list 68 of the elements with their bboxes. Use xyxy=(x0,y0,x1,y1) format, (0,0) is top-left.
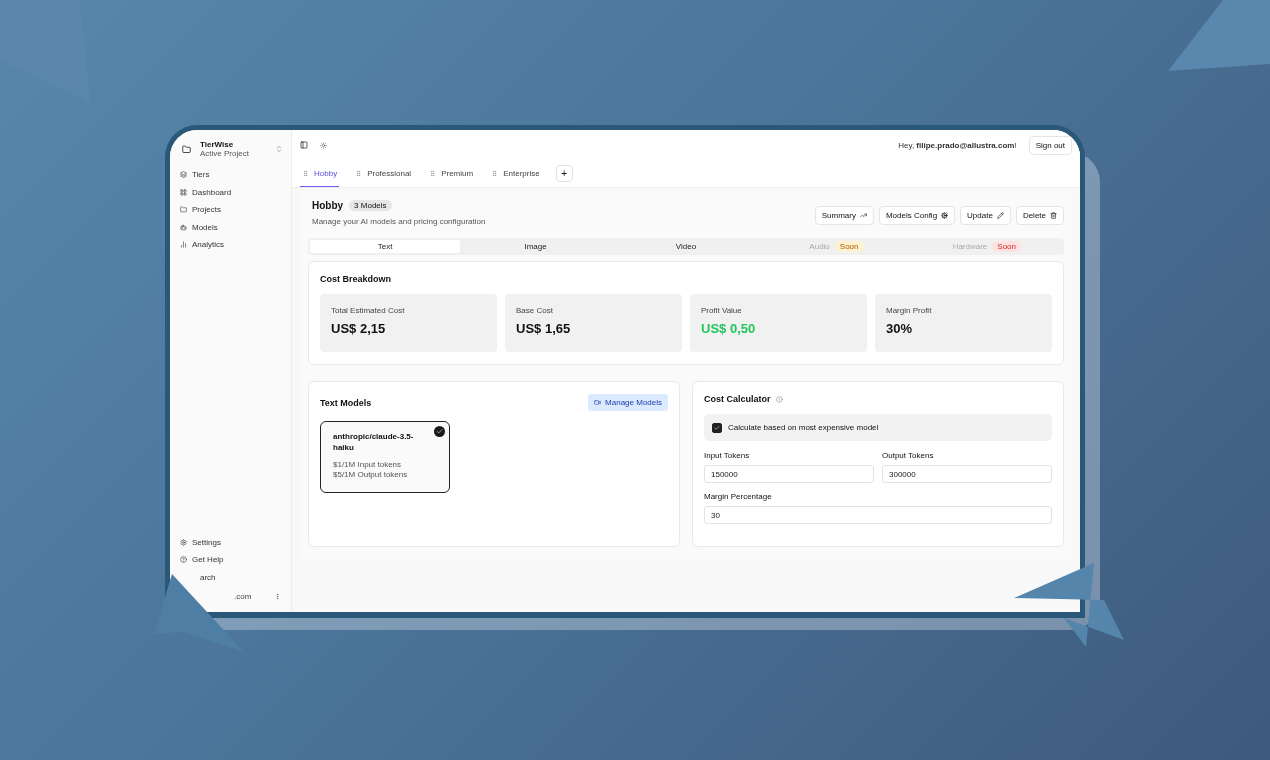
nav-item[interactable]: Models xyxy=(176,218,222,236)
nav-item[interactable]: arch xyxy=(196,568,220,586)
stat-value: US$ 2,15 xyxy=(331,321,387,336)
stat-label: Base Cost xyxy=(516,306,554,315)
sign-out-button[interactable]: Sign out xyxy=(1028,135,1072,155)
nav-item[interactable]: Analytics xyxy=(176,236,228,254)
media-tab[interactable]: Video xyxy=(610,240,762,253)
add-tab-button[interactable]: + xyxy=(555,165,573,182)
nav-item[interactable]: Settings xyxy=(176,533,225,551)
field-label: Margin Percentage xyxy=(704,492,773,501)
model-card[interactable]: anthropic/claude-3.5-haiku $1/1M Input tokens $5/1M Output tokens xyxy=(320,421,450,493)
checkbox-row[interactable]: Calculate based on most expensive model xyxy=(704,414,1052,441)
tier-tab[interactable]: Hobby xyxy=(300,160,340,187)
models-count-badge: 3 Models xyxy=(349,200,392,211)
soon-badge: Soon xyxy=(992,241,1021,252)
help-icon xyxy=(180,556,187,564)
card-title: Cost Calculator xyxy=(704,394,771,404)
media-tab[interactable]: Text xyxy=(310,240,461,253)
action-button[interactable]: Models Config xyxy=(878,206,956,225)
tier-title: Hobby xyxy=(312,200,344,211)
model-price: $5/1M Output tokens xyxy=(333,470,409,481)
user-email: .com xyxy=(234,591,252,601)
card-title: Text Models xyxy=(320,397,372,408)
gear-icon xyxy=(941,212,949,219)
checkbox[interactable] xyxy=(712,422,722,433)
field-label: Input Tokens xyxy=(704,451,751,460)
nav-item[interactable]: Tiers xyxy=(176,166,214,184)
trash-icon xyxy=(1050,212,1057,219)
sidebar-toggle-icon[interactable] xyxy=(300,141,308,149)
check-icon xyxy=(434,426,445,437)
model-name: anthropic/claude-3.5-haiku xyxy=(333,432,415,454)
grip-icon xyxy=(302,169,309,177)
stat-value: US$ 0,50 xyxy=(701,321,757,336)
field-label: Output Tokens xyxy=(882,451,935,460)
nav-item[interactable]: Projects xyxy=(176,201,225,219)
nav-item[interactable]: Get Help xyxy=(176,551,228,569)
tier-tab[interactable]: Professional xyxy=(353,160,414,187)
pencil-icon xyxy=(996,212,1004,219)
model-price: $1/1M Input tokens xyxy=(333,459,403,470)
grid-icon xyxy=(180,188,187,196)
action-button[interactable]: Summary xyxy=(814,206,874,225)
input-field[interactable]: 300000 xyxy=(882,465,1052,483)
manage-models-button[interactable]: Manage Models xyxy=(588,394,668,411)
tier-tab[interactable]: Premium xyxy=(427,160,476,187)
card-title: Cost Breakdown xyxy=(320,274,392,284)
action-button[interactable]: Update xyxy=(960,206,1011,225)
tier-description: Manage your AI models and pricing configuration xyxy=(312,217,486,226)
stat-label: Margin Profit xyxy=(886,306,933,315)
input-field[interactable]: 30 xyxy=(704,506,1052,524)
nav-item[interactable]: Dashboard xyxy=(176,183,236,201)
project-subtitle: Active Project xyxy=(200,149,250,158)
greeting: Hey, filipe.prado@allustra.com! xyxy=(898,140,1017,150)
input-field[interactable]: 150000 xyxy=(704,465,874,483)
stat-label: Profit Value xyxy=(701,306,743,315)
stat-value: US$ 1,65 xyxy=(516,321,572,336)
stat-value: 30% xyxy=(886,321,914,336)
folder-icon xyxy=(180,206,187,214)
action-button[interactable]: Delete xyxy=(1015,206,1064,225)
media-tab[interactable]: Image xyxy=(460,240,611,253)
soon-badge: Soon xyxy=(834,241,864,252)
video-camera-icon xyxy=(594,399,602,406)
bar-chart-icon xyxy=(180,241,187,249)
project-name: TierWise xyxy=(200,140,235,149)
checkbox-label: Calculate based on most expensive model xyxy=(728,423,879,432)
tier-tab[interactable]: Enterprise xyxy=(489,160,542,187)
stat-label: Total Estimated Cost xyxy=(331,306,406,315)
chart-icon xyxy=(859,212,867,219)
sun-icon[interactable] xyxy=(320,141,327,149)
